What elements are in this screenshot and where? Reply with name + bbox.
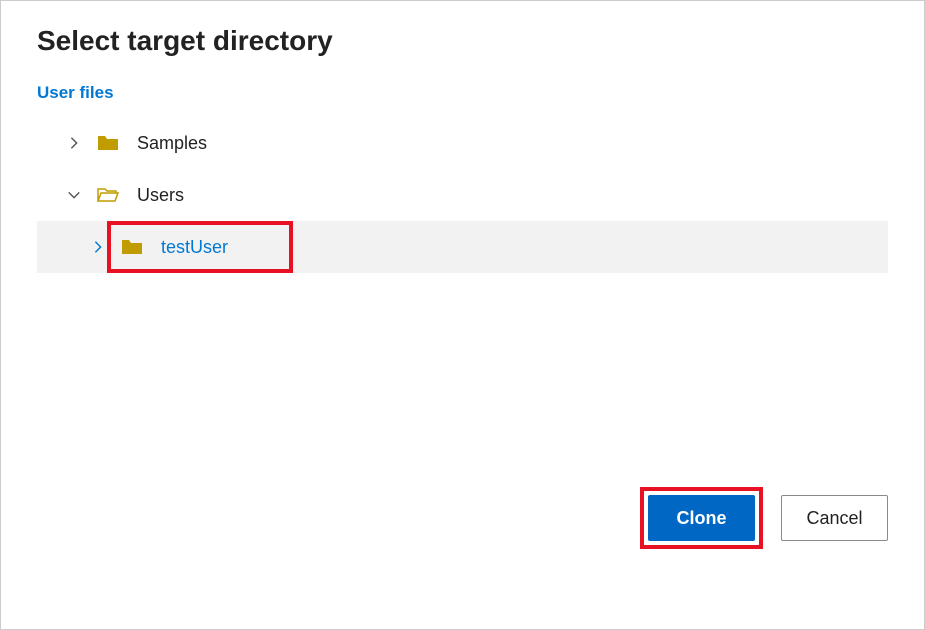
tree-item-label: testUser — [161, 237, 228, 258]
section-user-files[interactable]: User files — [37, 83, 888, 103]
chevron-right-icon[interactable] — [87, 236, 109, 258]
select-directory-dialog: Select target directory User files Sampl… — [0, 0, 925, 630]
tree-item-testuser[interactable]: testUser — [37, 221, 888, 273]
tree-item-label: Samples — [137, 133, 207, 154]
chevron-down-icon[interactable] — [63, 184, 85, 206]
chevron-right-icon[interactable] — [63, 132, 85, 154]
directory-tree: Samples Users t — [37, 117, 888, 273]
dialog-footer: Clone Cancel — [1, 487, 924, 629]
dialog-title: Select target directory — [1, 1, 924, 65]
folder-open-icon — [97, 186, 119, 204]
tree-item-samples[interactable]: Samples — [37, 117, 888, 169]
tree-item-label: Users — [137, 185, 184, 206]
annotation-highlight: Clone — [640, 487, 763, 549]
tree-item-users[interactable]: Users — [37, 169, 888, 221]
folder-icon — [97, 134, 119, 152]
dialog-content: User files Samples Users — [1, 65, 924, 487]
clone-button[interactable]: Clone — [648, 495, 755, 541]
folder-icon — [121, 238, 143, 256]
cancel-button[interactable]: Cancel — [781, 495, 888, 541]
